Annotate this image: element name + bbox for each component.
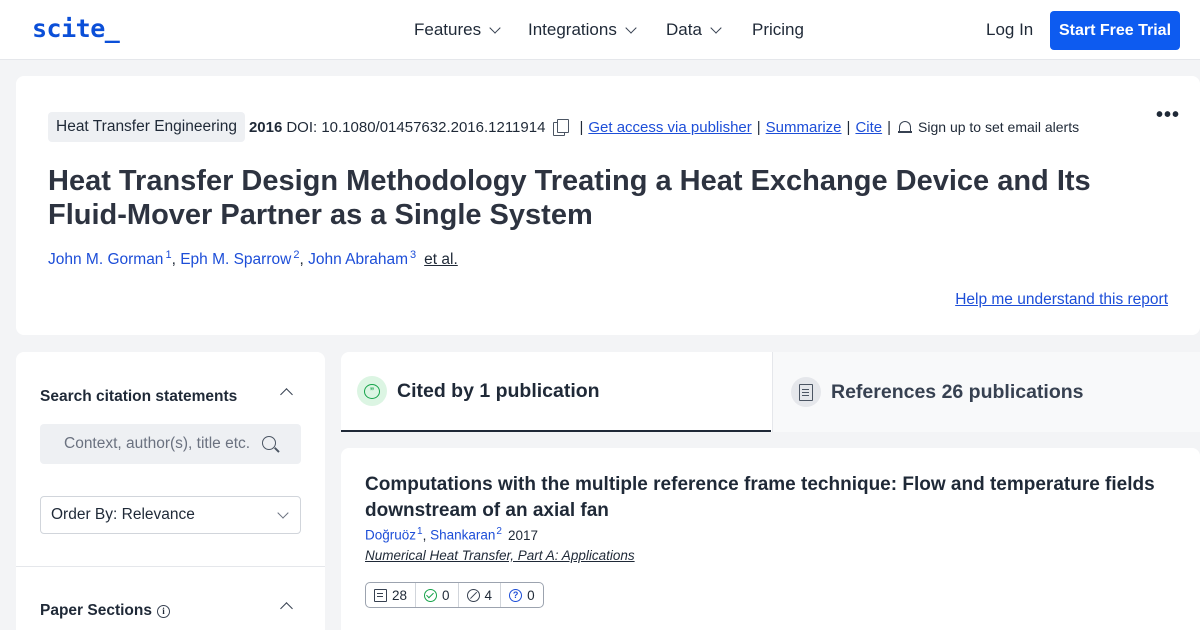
nav-data[interactable]: Data [666,20,722,40]
author-name: Shankaran [430,527,496,543]
summarize-link[interactable]: Summarize [766,119,842,136]
citation-search-input[interactable] [64,435,274,453]
chevron-up-icon[interactable] [280,602,293,615]
document-icon [791,377,821,407]
paper-header-card: Heat Transfer Engineering 2016 DOI: 10.1… [16,76,1200,335]
stat-supporting-count: 0 [442,587,450,603]
cite-link[interactable]: Cite [855,119,882,136]
question-icon: ? [509,588,523,602]
separator: | [756,118,761,136]
citation-stats[interactable]: 28 0 4 ? 0 [365,582,544,608]
order-by-select[interactable]: Order By: Relevance [40,496,301,534]
author-name: Eph M. Sparrow [180,251,292,269]
top-nav: scite_ Features Integrations Data Pricin… [0,0,1200,60]
author-list: John M. Gorman 1 , Eph M. Sparrow 2 , John… [48,249,458,269]
author-affiliation: 3 [410,249,417,261]
scite-logo[interactable]: scite_ [32,14,120,43]
paper-year: 2016 [248,118,283,136]
paper-meta-row: Heat Transfer Engineering 2016 DOI: 10.1… [48,112,1079,142]
stat-citing-count: 28 [392,587,408,603]
journal-chip[interactable]: Heat Transfer Engineering [48,112,245,142]
bell-icon[interactable] [898,120,913,135]
nav-pricing-label: Pricing [752,20,804,39]
stat-mentioning: ? 0 [500,583,543,607]
check-icon [424,588,438,602]
nav-data-label: Data [666,20,702,39]
get-access-link[interactable]: Get access via publisher [588,119,751,136]
author-separator: , [171,251,181,269]
et-al-link[interactable]: et al. [424,251,458,269]
separator: | [579,118,584,136]
nav-pricing[interactable]: Pricing [752,20,804,40]
author-link[interactable]: Doğruöz1 [365,526,423,543]
search-icon[interactable] [262,436,276,450]
author-name: Doğruöz [365,527,417,543]
author-affiliation: 2 [496,526,502,537]
tab-cited-by[interactable]: ” Cited by 1 publication [341,352,771,432]
author-link[interactable]: Shankaran2 [430,526,502,543]
chevron-up-icon[interactable] [280,388,293,401]
tab-references[interactable]: References 26 publications [772,352,1200,432]
citing-publication-card: Computations with the multiple reference… [341,448,1200,630]
chat-icon: ” [357,376,387,406]
chat-bubble-icon: ” [364,383,380,399]
order-by-label: Order By: Relevance [51,506,195,523]
author-link[interactable]: Eph M. Sparrow 2 [180,249,299,269]
author-name: John M. Gorman [48,251,164,269]
nav-integrations[interactable]: Integrations [528,20,637,40]
separator: | [887,118,892,136]
citing-publication-title[interactable]: Computations with the multiple reference… [365,472,1165,524]
author-separator: , [422,527,431,543]
citing-publication-year: 2017 [507,527,539,543]
stat-contrasting: 4 [457,583,501,607]
tab-cited-by-label: Cited by 1 publication [397,379,600,402]
chevron-down-icon [277,507,289,519]
author-link[interactable]: John M. Gorman 1 [48,249,172,269]
separator: | [846,118,851,136]
citation-sidebar: Search citation statements Order By: Rel… [16,352,325,630]
email-alerts-link[interactable]: Sign up to set email alerts [918,119,1079,135]
tab-references-label: References 26 publications [831,380,1084,403]
chevron-down-icon [625,22,637,34]
paper-doi: DOI: 10.1080/01457632.2016.1211914 [286,118,546,136]
paper-sections-heading: Paper Sections i [40,602,170,620]
stat-citing: 28 [366,583,415,607]
help-understand-link[interactable]: Help me understand this report [955,291,1168,309]
info-icon[interactable]: i [157,604,170,618]
stat-mentioning-count: 0 [527,587,535,603]
citation-tabs: ” Cited by 1 publication References 26 p… [341,352,1200,432]
nav-features-label: Features [414,20,482,39]
copy-icon[interactable] [553,119,570,136]
citing-author-list: Doğruöz1 , Shankaran2 2017 [365,526,538,543]
author-separator: , [299,251,309,269]
author-name: John Abraham [308,251,409,269]
chevron-down-icon [710,22,722,34]
document-glyph [799,383,813,401]
start-free-trial-button[interactable]: Start Free Trial [1050,11,1180,50]
citing-publication-journal[interactable]: Numerical Heat Transfer, Part A: Applica… [365,548,635,563]
contrast-icon [466,588,480,602]
author-link[interactable]: John Abraham 3 [308,249,416,269]
citation-search-box [40,424,301,464]
paper-title: Heat Transfer Design Methodology Treatin… [48,165,1091,231]
login-link[interactable]: Log In [986,20,1033,40]
stat-supporting: 0 [415,583,458,607]
stat-contrasting-count: 4 [484,587,493,603]
more-icon[interactable]: ••• [1156,104,1180,127]
search-citations-heading: Search citation statements [40,388,238,405]
paper-sections-label: Paper Sections [40,602,152,619]
divider [16,566,325,567]
document-icon [374,588,387,602]
nav-features[interactable]: Features [414,20,501,40]
nav-integrations-label: Integrations [528,20,617,39]
chevron-down-icon [489,22,501,34]
